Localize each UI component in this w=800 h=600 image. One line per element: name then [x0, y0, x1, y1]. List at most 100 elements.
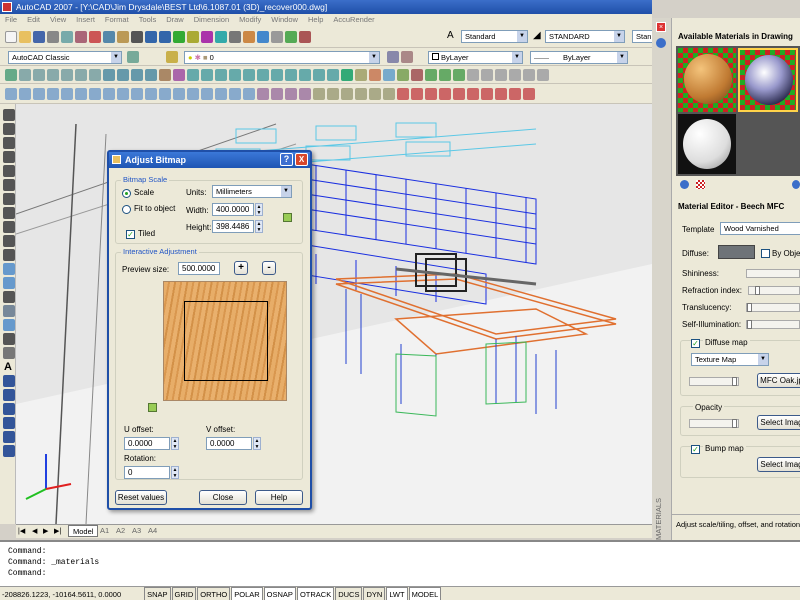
material-swatch-beech[interactable]: [678, 48, 736, 112]
insert-block-icon[interactable]: [3, 263, 15, 275]
pan-icon[interactable]: [173, 31, 185, 43]
ucs-x-icon[interactable]: [299, 69, 311, 81]
width-input[interactable]: 400.0000: [212, 203, 254, 216]
scale-radio[interactable]: [122, 189, 131, 198]
workspace-settings-icon[interactable]: [127, 51, 139, 63]
front-view-icon[interactable]: [75, 69, 87, 81]
menu-help[interactable]: Help: [308, 15, 323, 24]
tab-nav-first-icon[interactable]: |◀: [18, 527, 25, 535]
slider-knob[interactable]: [732, 419, 737, 428]
lock-offset-icon[interactable]: [148, 403, 157, 412]
polygon-icon[interactable]: [3, 151, 15, 163]
model-toggle[interactable]: MODEL: [408, 587, 442, 600]
polysolid-icon[interactable]: [5, 88, 17, 100]
match-prop-icon[interactable]: [131, 31, 143, 43]
new-icon[interactable]: [5, 31, 17, 43]
render-preset-icon[interactable]: [397, 69, 409, 81]
orbit-icon[interactable]: [425, 69, 437, 81]
make-current-layer-icon[interactable]: [387, 51, 399, 63]
table-icon[interactable]: [3, 347, 15, 359]
loft-icon[interactable]: [201, 88, 213, 100]
material-swatch-selected[interactable]: [738, 48, 798, 112]
polyline-icon[interactable]: [3, 137, 15, 149]
dyn-toggle[interactable]: DYN: [363, 587, 386, 600]
back-view-icon[interactable]: [89, 69, 101, 81]
right-view-icon[interactable]: [61, 69, 73, 81]
close-button[interactable]: Close: [199, 490, 247, 505]
box-icon[interactable]: [19, 88, 31, 100]
u-offset-spinner[interactable]: ▲ ▼: [171, 437, 179, 450]
polar-toggle[interactable]: POLAR: [231, 587, 263, 600]
3d-rotate-icon[interactable]: [271, 88, 283, 100]
circle-icon[interactable]: [3, 193, 15, 205]
zoom-in-button[interactable]: +: [234, 261, 248, 275]
se-iso-icon[interactable]: [117, 69, 129, 81]
zoom-realtime-icon[interactable]: [187, 31, 199, 43]
cut-icon[interactable]: [89, 31, 101, 43]
palette-properties-icon[interactable]: [656, 38, 666, 48]
osnap-toggle[interactable]: OSNAP: [263, 587, 296, 600]
ucs-world-icon[interactable]: [187, 69, 199, 81]
ucs-previous-icon[interactable]: [201, 69, 213, 81]
menu-edit[interactable]: Edit: [27, 15, 40, 24]
slider-knob[interactable]: [747, 303, 752, 312]
materials-icon[interactable]: [369, 69, 381, 81]
undo-icon[interactable]: [145, 31, 157, 43]
region-icon[interactable]: [3, 333, 15, 345]
osnap-endpoint-icon[interactable]: [397, 88, 409, 100]
convert-solid-icon[interactable]: [383, 88, 395, 100]
slider-knob[interactable]: [755, 286, 760, 295]
linetype-select[interactable]: —— ByLayer ▼: [530, 51, 628, 64]
diffuse-map-checkbox[interactable]: ✓: [691, 339, 700, 348]
ellipse-icon[interactable]: [3, 235, 15, 247]
ucs-z-icon[interactable]: [327, 69, 339, 81]
template-select[interactable]: Wood Varnished: [720, 222, 800, 235]
ucs-origin-icon[interactable]: [257, 69, 269, 81]
top-view-icon[interactable]: [19, 69, 31, 81]
nw-iso-icon[interactable]: [145, 69, 157, 81]
menu-insert[interactable]: Insert: [76, 15, 95, 24]
named-views-icon[interactable]: [5, 69, 17, 81]
osnap-none-icon[interactable]: [523, 88, 535, 100]
revision-cloud-icon[interactable]: [3, 207, 15, 219]
ucs-face-icon[interactable]: [215, 69, 227, 81]
thicken-icon[interactable]: [369, 88, 381, 100]
help-icon[interactable]: [299, 31, 311, 43]
diffuse-color-swatch[interactable]: [718, 245, 755, 259]
sphere-icon[interactable]: [61, 88, 73, 100]
osnap-intersection-icon[interactable]: [425, 88, 437, 100]
point-icon[interactable]: [3, 291, 15, 303]
3d-array-icon[interactable]: [299, 88, 311, 100]
modify-copy-icon[interactable]: [3, 389, 15, 401]
make-block-icon[interactable]: [3, 277, 15, 289]
v-offset-spinner[interactable]: ▲ ▼: [253, 437, 261, 450]
print-icon[interactable]: [47, 31, 59, 43]
ucs-object-icon[interactable]: [229, 69, 241, 81]
osnap-midpoint-icon[interactable]: [411, 88, 423, 100]
material-swatch-white[interactable]: [678, 114, 736, 174]
environment-icon[interactable]: [383, 69, 395, 81]
ucs-y-icon[interactable]: [313, 69, 325, 81]
refraction-slider[interactable]: [748, 286, 800, 295]
height-input[interactable]: 398.4486: [212, 220, 254, 233]
subtract-icon[interactable]: [229, 88, 241, 100]
dialog-help-button[interactable]: ?: [280, 153, 293, 166]
lwt-toggle[interactable]: LWT: [386, 587, 408, 600]
menu-tools[interactable]: Tools: [139, 15, 157, 24]
modify-offset-icon[interactable]: [3, 417, 15, 429]
dimension-linear-icon[interactable]: [467, 69, 479, 81]
osnap-nearest-icon[interactable]: [509, 88, 521, 100]
ortho-toggle[interactable]: ORTHO: [197, 587, 231, 600]
rectangle-icon[interactable]: [3, 165, 15, 177]
more-options-icon[interactable]: [792, 180, 800, 189]
redo-icon[interactable]: [159, 31, 171, 43]
planar-surface-icon[interactable]: [131, 88, 143, 100]
zoom-previous-icon[interactable]: [215, 31, 227, 43]
ne-iso-icon[interactable]: [131, 69, 143, 81]
swatch-geometry-icon[interactable]: [680, 180, 689, 189]
reset-values-button[interactable]: Reset values: [115, 490, 167, 505]
cylinder-icon[interactable]: [75, 88, 87, 100]
gradient-icon[interactable]: [3, 319, 15, 331]
ucs-view-icon[interactable]: [243, 69, 255, 81]
tiled-checkbox[interactable]: ✓: [126, 230, 135, 239]
